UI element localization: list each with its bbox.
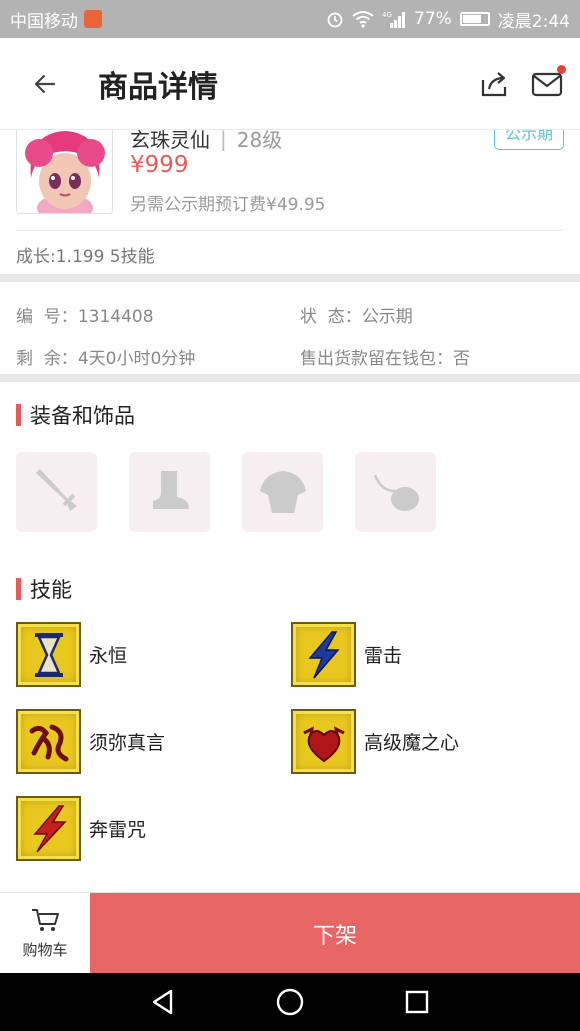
app-notification-icon xyxy=(84,10,102,28)
state-label: 状 态： xyxy=(300,307,362,327)
shopping-cart-icon xyxy=(32,909,59,931)
page-title: 商品详情 xyxy=(98,69,218,105)
skills-title-text: 技能 xyxy=(30,578,72,602)
nav-home-button[interactable] xyxy=(270,982,310,1022)
sword-icon xyxy=(35,469,77,511)
skill-name: 高级魔之心 xyxy=(364,732,460,754)
section-divider xyxy=(0,274,580,282)
skill-item[interactable]: 雷击 xyxy=(291,622,402,687)
hourglass-icon xyxy=(16,622,81,687)
wallet-value: 否 xyxy=(453,349,470,369)
system-nav-bar xyxy=(0,973,580,1031)
skill-item[interactable]: 奔雷咒 xyxy=(16,796,146,861)
price: ¥999 xyxy=(130,152,189,178)
battery-percent: 77% xyxy=(414,9,452,29)
equip-slot-accessory[interactable] xyxy=(355,452,436,532)
circle-home-icon xyxy=(276,988,304,1016)
red-lightning-icon xyxy=(16,796,81,861)
notification-dot xyxy=(557,64,566,74)
wifi-icon xyxy=(352,10,374,28)
pet-name: 玄珠灵仙 xyxy=(130,130,210,152)
heart-icon xyxy=(291,709,356,774)
mail-icon xyxy=(531,72,563,96)
share-icon xyxy=(481,71,507,96)
skill-name: 雷击 xyxy=(364,645,403,667)
cart-button[interactable]: 购物车 xyxy=(0,893,90,974)
bottom-action-bar: 购物车 下架 xyxy=(0,892,580,974)
equip-slot-boots[interactable] xyxy=(129,452,210,532)
pet-avatar xyxy=(16,130,113,214)
arrow-left-icon xyxy=(34,74,56,93)
section-marker xyxy=(16,578,21,600)
battery-icon xyxy=(459,12,490,26)
wallet-label: 售出货款留在钱包： xyxy=(300,349,453,369)
equipment-section-title: 装备和饰品 xyxy=(16,400,135,430)
clock: 凌晨2:44 xyxy=(497,11,570,32)
skill-item[interactable]: 须弥真言 xyxy=(16,709,165,774)
network-type: 4G xyxy=(382,11,392,19)
rune-icon xyxy=(16,709,81,774)
skills-section-title: 技能 xyxy=(16,574,72,604)
back-button[interactable] xyxy=(20,59,70,109)
id-label: 编 号： xyxy=(16,307,78,327)
section-divider xyxy=(0,374,580,382)
equip-slot-weapon[interactable] xyxy=(16,452,97,532)
message-button[interactable] xyxy=(528,64,566,103)
status-badge: 公示期 xyxy=(493,130,564,150)
skill-item[interactable]: 高级魔之心 xyxy=(291,709,459,774)
growth-info: 成长:1.199 5技能 xyxy=(16,247,155,267)
equip-slot-armor[interactable] xyxy=(242,452,323,532)
reservation-fee: 另需公示期预订费¥49.95 xyxy=(130,195,326,215)
pet-level: 28级 xyxy=(236,130,283,152)
lightning-icon xyxy=(291,622,356,687)
app-header: 商品详情 xyxy=(0,38,580,130)
nav-back-button[interactable] xyxy=(143,982,183,1022)
name-separator: | xyxy=(220,130,227,151)
armor-icon xyxy=(259,471,306,513)
state-value: 公示期 xyxy=(361,307,413,327)
skill-name: 永恒 xyxy=(89,645,128,667)
boot-icon xyxy=(152,471,189,509)
share-button[interactable] xyxy=(476,65,514,103)
nav-recents-button[interactable] xyxy=(397,982,437,1022)
product-card: 玄珠灵仙 | 28级 公示期 ¥999 另需公示期预订费¥49.95 成长:1.… xyxy=(0,130,580,267)
section-marker xyxy=(16,404,21,426)
equipment-title-text: 装备和饰品 xyxy=(30,404,135,428)
skill-name: 须弥真言 xyxy=(89,732,166,754)
carrier-name: 中国移动 xyxy=(10,11,78,32)
delist-button[interactable]: 下架 xyxy=(90,893,580,974)
triangle-back-icon xyxy=(153,989,173,1015)
signal-icon: 4G xyxy=(382,10,406,28)
detail-content[interactable]: 玄珠灵仙 | 28级 公示期 ¥999 另需公示期预订费¥49.95 成长:1.… xyxy=(0,130,580,892)
status-bar: 中国移动 4G 77% 凌晨2:44 xyxy=(0,0,580,38)
remaining-label: 剩 余： xyxy=(16,349,78,369)
divider xyxy=(16,230,564,231)
alarm-icon xyxy=(326,10,344,28)
square-recents-icon xyxy=(405,990,428,1014)
skill-item[interactable]: 永恒 xyxy=(16,622,127,687)
cart-label: 购物车 xyxy=(22,941,68,959)
necklace-icon xyxy=(373,474,419,511)
skill-name: 奔雷咒 xyxy=(89,819,147,841)
id-value: 1314408 xyxy=(77,307,154,327)
remaining-value: 4天0小时0分钟 xyxy=(77,349,196,369)
